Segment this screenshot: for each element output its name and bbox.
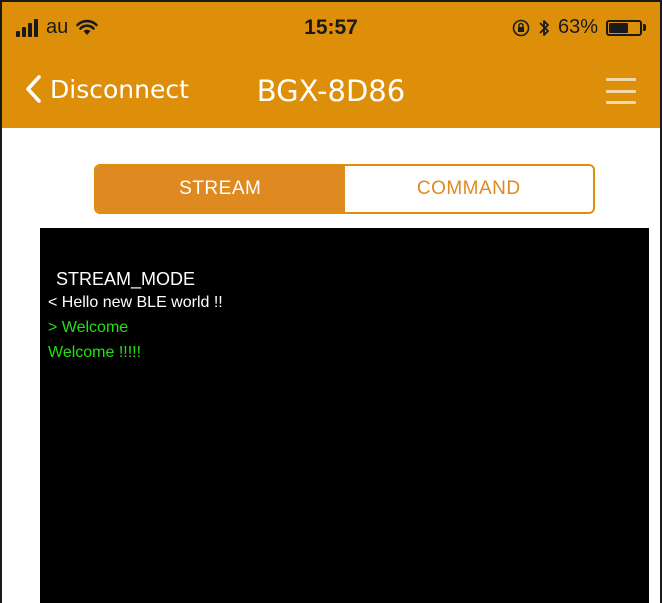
terminal-line-received-2: Welcome !!!!! [48, 344, 142, 361]
app-header: au 15:57 63% Disconnect BGX-8D86 [2, 2, 660, 128]
battery-body [606, 19, 642, 36]
app-screen: au 15:57 63% Disconnect BGX-8D86 STREAM … [0, 0, 662, 603]
bluetooth-icon [539, 19, 549, 36]
battery-tip [643, 24, 646, 31]
battery-percent: 63% [557, 16, 598, 38]
tab-stream[interactable]: STREAM [96, 166, 345, 212]
mode-segmented-control: STREAM COMMAND [94, 164, 595, 214]
orientation-lock-icon [512, 19, 530, 36]
terminal-line-sent: < Hello new BLE world !! [48, 294, 223, 311]
status-bar: au 15:57 63% [2, 2, 660, 60]
terminal-mode-line: STREAM_MODE [56, 269, 196, 289]
terminal-line-received: > Welcome [48, 319, 129, 336]
stream-terminal[interactable]: STREAM_MODE < Hello new BLE world !! > W… [40, 228, 649, 603]
battery-icon [606, 19, 646, 36]
navigation-bar: Disconnect BGX-8D86 [2, 60, 660, 128]
hamburger-menu-icon[interactable] [606, 78, 636, 104]
tab-command[interactable]: COMMAND [344, 166, 593, 212]
battery-fill [609, 22, 628, 33]
device-title: BGX-8D86 [256, 74, 406, 108]
status-right: 63% [512, 16, 646, 39]
